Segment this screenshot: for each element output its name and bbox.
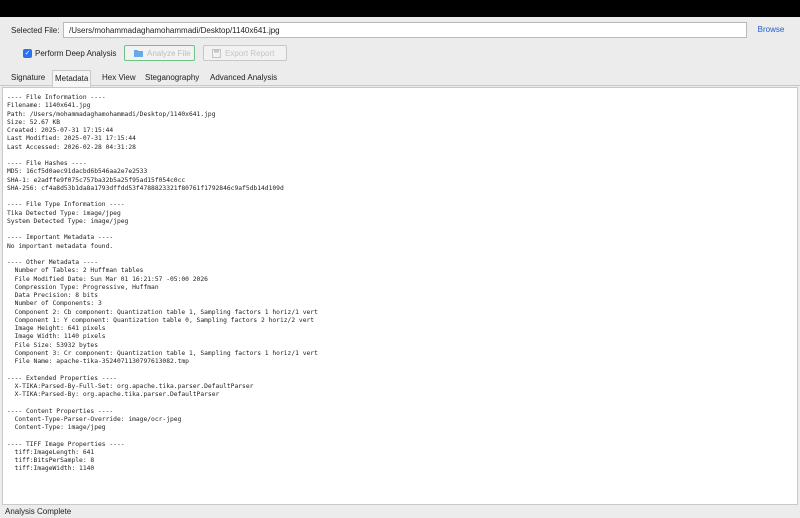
window-title-bar <box>0 0 800 17</box>
tab-advanced-analysis[interactable]: Advanced Analysis <box>208 70 279 86</box>
analyze-file-button[interactable]: Analyze File <box>124 45 195 61</box>
report-line: Number of Tables: 2 Huffman tables <box>7 267 144 275</box>
folder-icon <box>134 50 143 57</box>
report-line: tiff:BitsPerSample: 8 <box>7 457 95 464</box>
report-blank-line <box>7 432 318 440</box>
report-blank-line <box>7 366 318 374</box>
report-line: No important metadata found. <box>7 242 114 250</box>
browse-button[interactable]: Browse <box>752 22 790 38</box>
report-line: Component 2: Cb component: Quantization … <box>7 308 318 316</box>
save-icon <box>212 49 221 58</box>
export-report-button[interactable]: Export Report <box>203 45 287 61</box>
report-line: Data Precision: 8 bits <box>7 292 98 299</box>
report-section-header: ---- File Information ---- <box>7 94 106 101</box>
report-line: System Detected Type: image/jpeg <box>7 217 129 225</box>
report-section-header: ---- Important Metadata ---- <box>7 234 114 242</box>
tab-hex-view[interactable]: Hex View <box>100 70 138 86</box>
report-line: Filename: 1140x641.jpg <box>7 102 91 110</box>
report-line: Last Modified: 2025-07-31 17:15:44 <box>7 135 136 143</box>
report-line: Compression Type: Progressive, Huffman <box>7 283 159 291</box>
report-blank-line <box>7 399 318 407</box>
report-line: Content-Type: image/jpeg <box>7 424 106 431</box>
tab-signature[interactable]: Signature <box>9 70 47 86</box>
report-line: Created: 2025-07-31 17:15:44 <box>7 127 114 134</box>
report-line: Component 3: Cr component: Quantization … <box>7 349 318 357</box>
report-line: Content-Type-Parser-Override: image/ocr-… <box>7 415 182 423</box>
report-line: File Modified Date: Sun Mar 01 16:21:57 … <box>7 275 208 283</box>
report-section-header: ---- Content Properties ---- <box>7 407 114 415</box>
report-line: File Size: 53932 bytes <box>7 341 98 349</box>
report-line: SHA-256: cf4a8d53b1da8a1793dffdd53f47888… <box>7 184 284 192</box>
report-line: MD5: 16cf5d0aec91dacbd6b546aa2e7e2533 <box>7 168 148 176</box>
report-blank-line <box>7 193 318 201</box>
file-selection-row: Selected File: Browse <box>0 17 800 43</box>
report-line: SHA-1: e2adffe9f075c757ba32b5a25f95ad15f… <box>7 176 186 184</box>
report-line: Size: 52.67 KB <box>7 118 61 126</box>
report-line: Last Accessed: 2026-02-28 04:31:28 <box>7 143 136 151</box>
status-text: Analysis Complete <box>5 507 72 516</box>
report-section-header: ---- TIFF Image Properties ---- <box>7 440 125 448</box>
report-line: Path: /Users/mohammadaghamohammadi/Deskt… <box>7 110 216 118</box>
report-line: File Name: apache-tika-35240711307976130… <box>7 358 189 365</box>
report-line: tiff:ImageWidth: 1140 <box>7 465 95 473</box>
report-line: Image Width: 1140 pixels <box>7 333 106 341</box>
report-section-header: ---- Other Metadata ---- <box>7 259 98 266</box>
report-line: Component 1: Y component: Quantization t… <box>7 316 315 324</box>
report-line: tiff:ImageLength: 641 <box>7 448 95 456</box>
report-line: X-TIKA:Parsed-By: org.apache.tika.parser… <box>7 391 220 398</box>
report-section-header: ---- File Hashes ---- <box>7 160 87 167</box>
metadata-report-panel[interactable]: ---- File Information ---- Filename: 1140… <box>2 87 798 505</box>
report-section-header: ---- Extended Properties ---- <box>7 374 117 382</box>
tab-bar: Signature Metadata Hex View Steganograph… <box>0 70 800 87</box>
deep-analysis-label: Perform Deep Analysis <box>35 49 117 58</box>
report-blank-line <box>7 251 318 259</box>
file-path-input[interactable] <box>63 22 747 38</box>
report-line: Number of Components: 3 <box>7 300 102 308</box>
status-bar: Analysis Complete <box>0 505 800 518</box>
metadata-report-text: ---- File Information ---- Filename: 1140… <box>7 94 318 474</box>
report-line: Tika Detected Type: image/jpeg <box>7 209 121 217</box>
report-section-header: ---- File Type Information ---- <box>7 201 125 209</box>
deep-analysis-checkbox[interactable]: ✓ <box>23 49 32 58</box>
options-row: ✓ Perform Deep Analysis Analyze File Exp… <box>0 43 800 67</box>
selected-file-label: Selected File: <box>11 26 60 35</box>
report-blank-line <box>7 226 318 234</box>
export-report-label: Export Report <box>225 49 275 58</box>
tab-steganography[interactable]: Steganography <box>143 70 201 86</box>
report-blank-line <box>7 152 318 160</box>
tab-metadata[interactable]: Metadata <box>52 70 92 87</box>
report-line: X-TIKA:Parsed-By-Full-Set: org.apache.ti… <box>7 382 254 390</box>
analyze-file-label: Analyze File <box>147 49 191 58</box>
report-line: Image Height: 641 pixels <box>7 325 106 332</box>
